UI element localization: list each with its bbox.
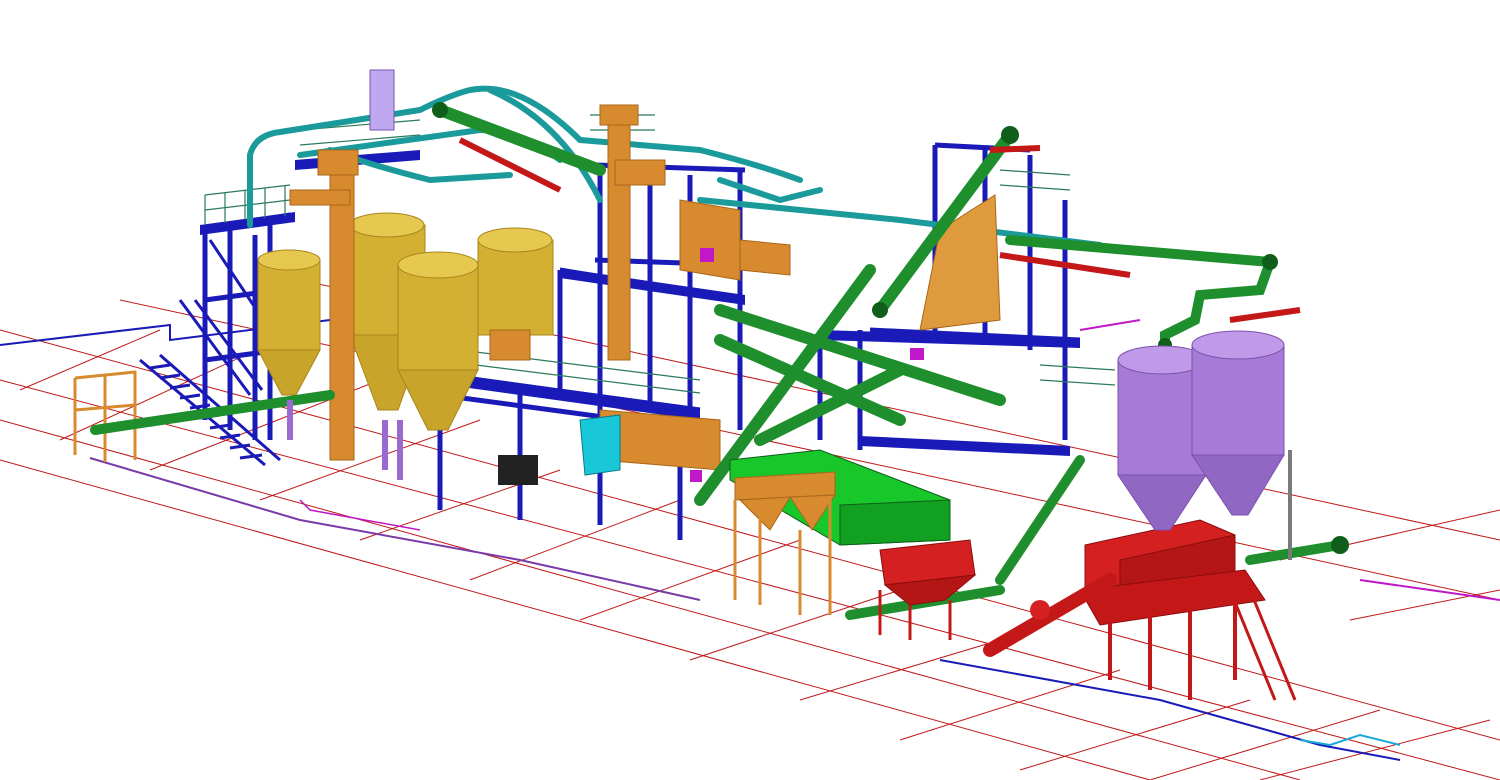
plant-3d-model — [0, 69, 1500, 780]
gold-silo-4 — [477, 227, 554, 336]
red-hopper-small — [878, 539, 977, 640]
cad-viewport[interactable] — [0, 0, 1500, 780]
orange-inclined-elevator — [919, 194, 1001, 331]
red-hopper-platform — [983, 519, 1297, 701]
gold-silo-3 — [397, 251, 479, 431]
orange-twin-hoppers — [733, 471, 836, 615]
gold-silo-1 — [257, 249, 321, 396]
left-orange-platform — [73, 370, 137, 462]
